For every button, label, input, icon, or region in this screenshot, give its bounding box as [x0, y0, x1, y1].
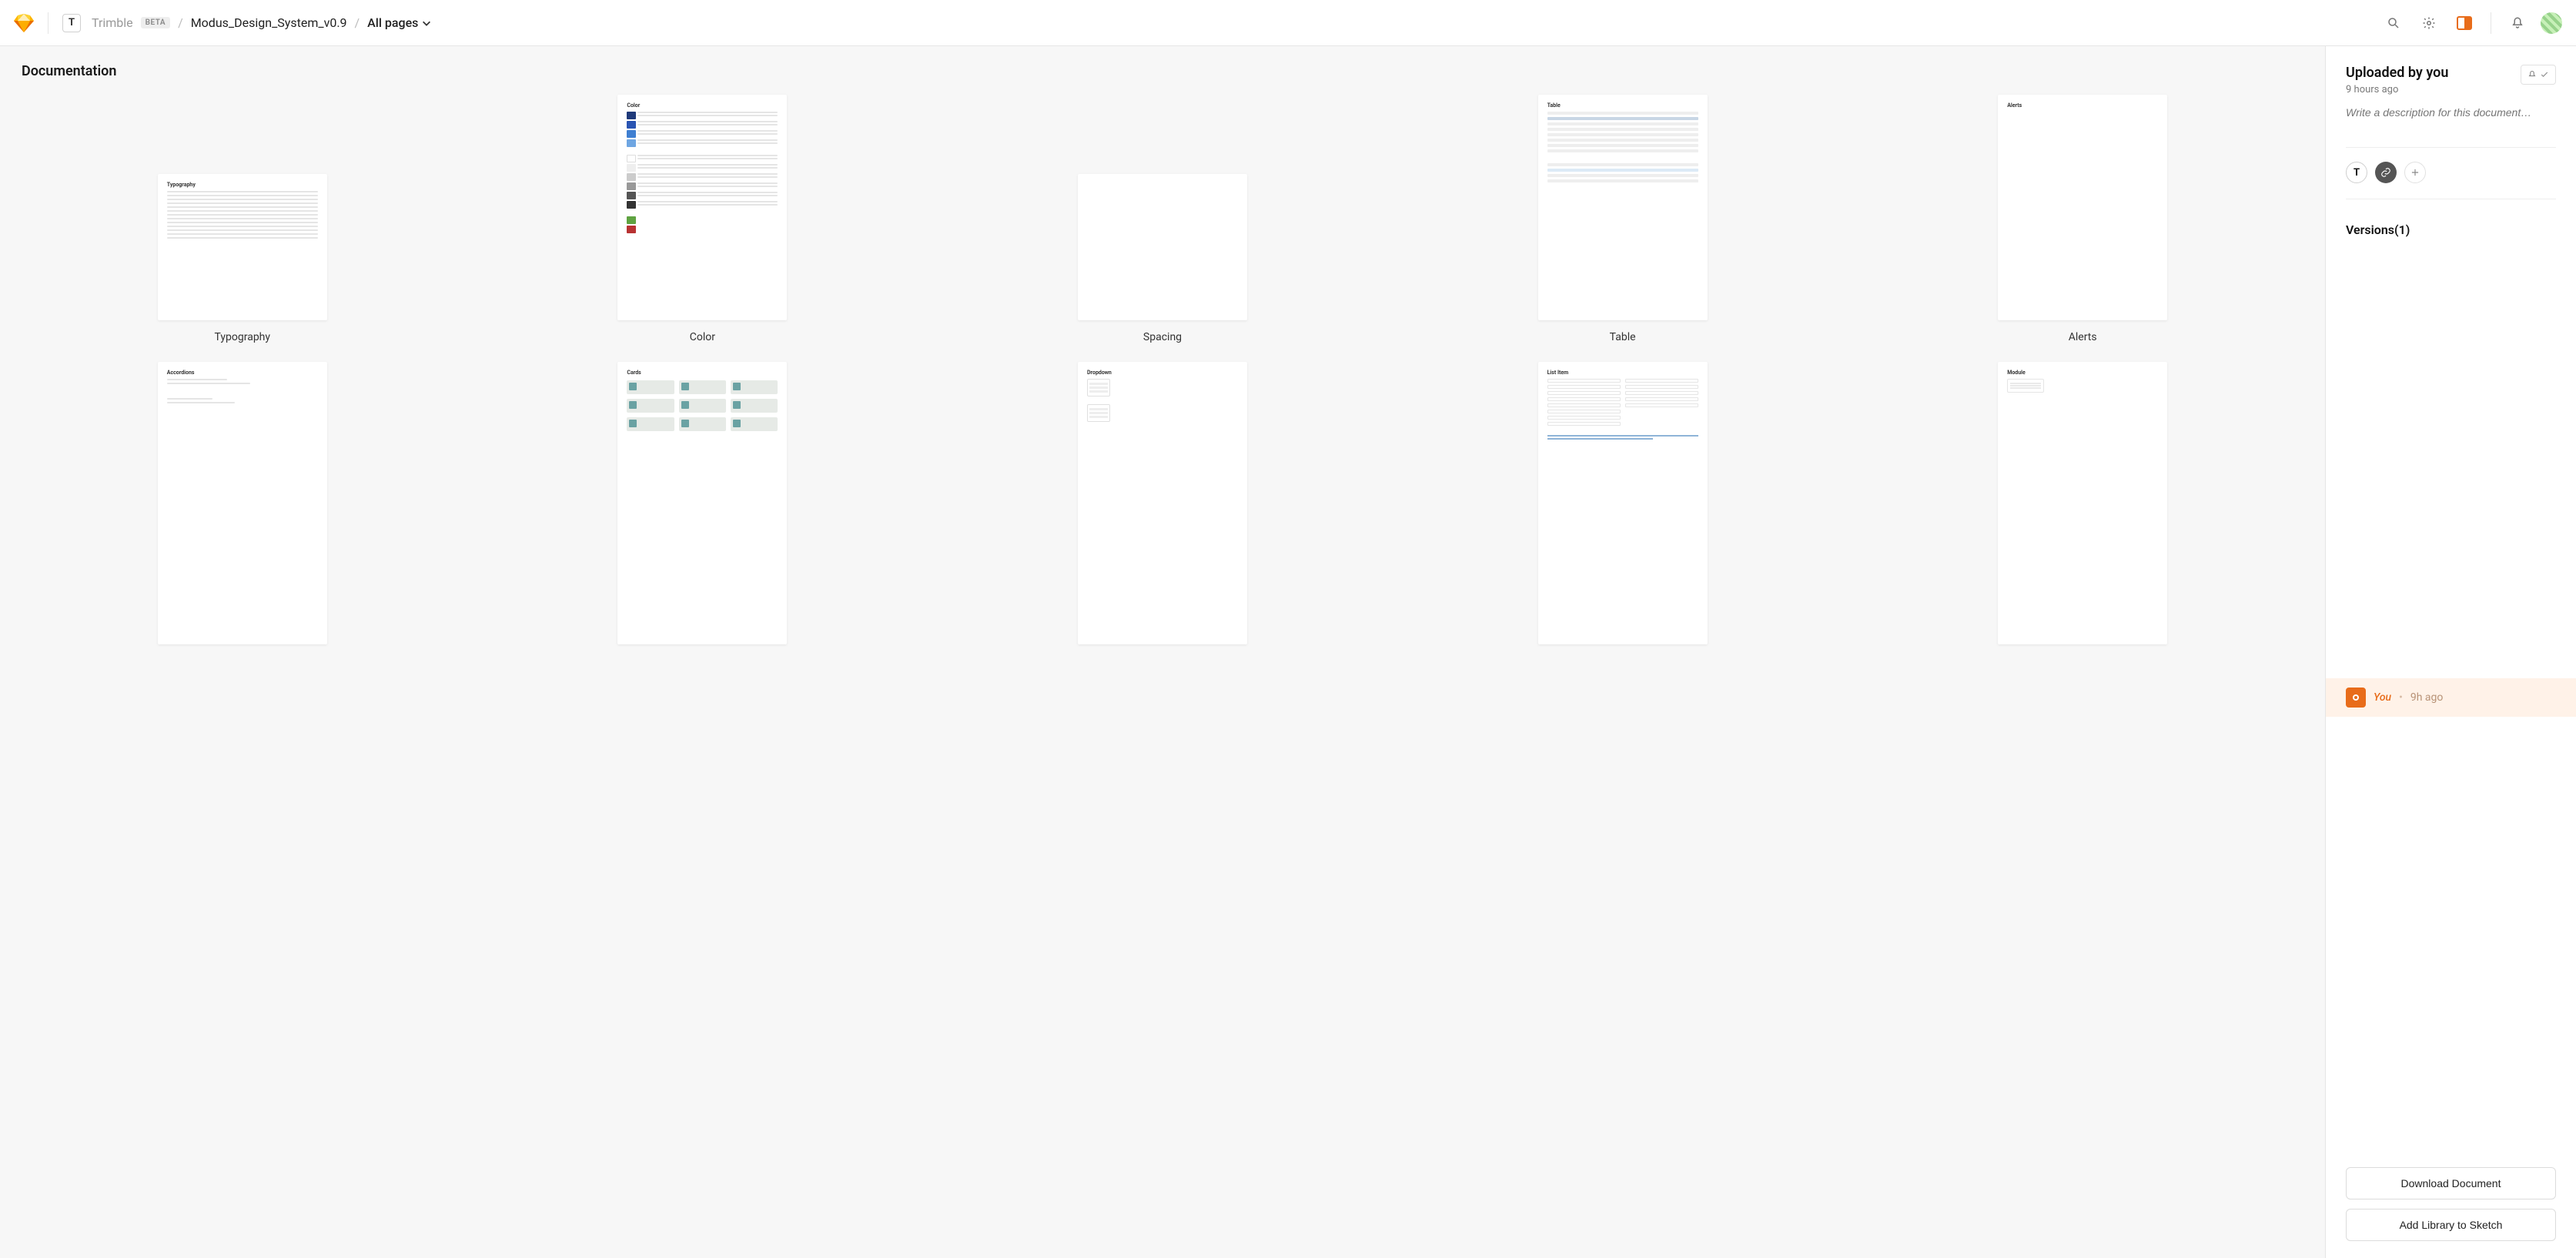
- version-time: 9h ago: [2410, 691, 2444, 704]
- check-icon: [2540, 70, 2549, 79]
- artboard-label: Color: [690, 331, 715, 343]
- header-separator: [48, 12, 49, 34]
- user-avatar[interactable]: [2541, 12, 2562, 34]
- artboard-label: Alerts: [2069, 331, 2097, 343]
- link-icon: [2380, 167, 2391, 178]
- breadcrumb-workspace[interactable]: Trimble: [92, 15, 133, 30]
- settings-gear-icon[interactable]: [2417, 11, 2441, 35]
- sketch-logo-icon[interactable]: [14, 14, 34, 32]
- version-author: You: [2374, 691, 2391, 704]
- artboard-accordions[interactable]: Accordions: [22, 362, 463, 644]
- workspace-pill[interactable]: T: [2346, 162, 2367, 183]
- page-title: Documentation: [22, 63, 2303, 79]
- add-library-button[interactable]: Add Library to Sketch: [2346, 1209, 2556, 1241]
- breadcrumb: Trimble BETA / Modus_Design_System_v0.9 …: [92, 15, 432, 30]
- artboard-table[interactable]: Table Table: [1402, 95, 1844, 343]
- search-icon[interactable]: [2381, 11, 2406, 35]
- artboard-label: Spacing: [1143, 331, 1182, 343]
- artboard-alerts[interactable]: Alerts Alerts: [1862, 95, 2303, 343]
- artboard-label: Table: [1610, 331, 1636, 343]
- description-input[interactable]: [2346, 106, 2556, 119]
- workspace-badge[interactable]: T: [62, 14, 81, 32]
- upload-timestamp: 9 hours ago: [2346, 84, 2448, 95]
- plus-icon: [2410, 167, 2420, 178]
- panel-toggle-button[interactable]: [2452, 11, 2477, 35]
- notifications-bell-icon[interactable]: [2505, 11, 2530, 35]
- artboard-typography[interactable]: Typography Typography: [22, 174, 463, 344]
- breadcrumb-document[interactable]: Modus_Design_System_v0.9: [191, 15, 347, 30]
- artboard-list-item[interactable]: List Item: [1402, 362, 1844, 644]
- share-link-button[interactable]: [2375, 162, 2397, 183]
- bell-icon: [2527, 70, 2537, 79]
- artboard-dropdown[interactable]: Dropdown: [942, 362, 1383, 644]
- versions-heading: Versions(1): [2346, 222, 2556, 237]
- chevron-down-icon: [421, 18, 432, 28]
- uploaded-by-heading: Uploaded by you: [2346, 65, 2448, 81]
- artboard-spacing[interactable]: Spacing: [942, 174, 1383, 344]
- add-share-button[interactable]: [2404, 162, 2426, 183]
- app-header: T Trimble BETA / Modus_Design_System_v0.…: [0, 0, 2576, 46]
- beta-badge: BETA: [141, 17, 170, 28]
- artboard-color[interactable]: Color: [482, 95, 924, 343]
- artboard-cards[interactable]: Cards: [482, 362, 924, 644]
- inspector-sidebar: Uploaded by you 9 hours ago T: [2325, 46, 2576, 1258]
- version-item-current[interactable]: You • 9h ago: [2326, 678, 2576, 717]
- version-indicator-icon: [2346, 688, 2366, 708]
- canvas-overview: Documentation Typography Typography Colo…: [0, 46, 2325, 1258]
- artboard-label: Typography: [215, 331, 270, 343]
- follow-button[interactable]: [2521, 65, 2556, 85]
- download-document-button[interactable]: Download Document: [2346, 1167, 2556, 1199]
- page-selector-dropdown[interactable]: All pages: [367, 15, 432, 30]
- artboard-module[interactable]: Module: [1862, 362, 2303, 644]
